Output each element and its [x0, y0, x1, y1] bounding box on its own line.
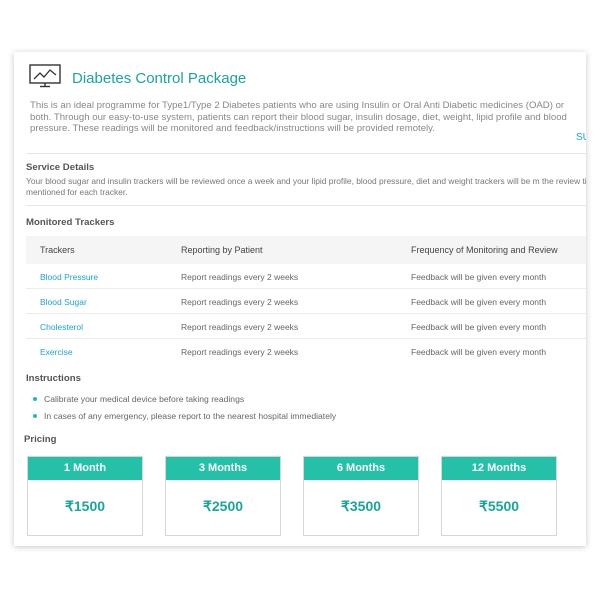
instruction-text: Calibrate your medical device before tak… [44, 394, 245, 404]
divider [26, 205, 586, 206]
plan-price: ₹5500 [478, 498, 520, 514]
price-plan-3-months[interactable]: 3 Months ₹2500 [165, 456, 281, 536]
table-row: Blood Sugar Report readings every 2 week… [26, 289, 586, 314]
monitor-chart-icon [29, 64, 61, 88]
price-plan-6-months[interactable]: 6 Months ₹3500 [303, 456, 419, 536]
table-cell-frequency: Feedback will be given every month [411, 297, 547, 307]
table-row: Blood Pressure Report readings every 2 w… [26, 264, 586, 289]
package-description: This is an ideal programme for Type1/Typ… [30, 100, 567, 134]
tracker-link-cholesterol[interactable]: Cholesterol [40, 322, 83, 332]
tracker-link-exercise[interactable]: Exercise [40, 347, 73, 357]
plan-duration: 1 Month [28, 457, 142, 480]
instruction-text: In cases of any emergency, please report… [44, 411, 337, 421]
plan-duration: 6 Months [304, 457, 418, 480]
table-cell-reporting: Report readings every 2 weeks [181, 322, 299, 332]
instructions-heading: Instructions [26, 373, 81, 384]
tracker-link-blood-pressure[interactable]: Blood Pressure [40, 272, 98, 282]
service-details-heading: Service Details [26, 162, 95, 173]
trackers-table: Trackers Reporting by Patient Frequency … [26, 236, 586, 363]
divider [26, 153, 586, 154]
column-header-reporting: Reporting by Patient [181, 245, 263, 255]
table-cell-frequency: Feedback will be given every month [411, 322, 547, 332]
service-details-text: Your blood sugar and insulin trackers wi… [26, 176, 586, 197]
plan-duration: 3 Months [166, 457, 280, 480]
list-item: In cases of any emergency, please report… [32, 410, 336, 427]
instructions-list: Calibrate your medical device before tak… [32, 393, 336, 427]
table-row: Cholesterol Report readings every 2 week… [26, 314, 586, 339]
table-cell-frequency: Feedback will be given every month [411, 272, 547, 282]
price-plan-12-months[interactable]: 12 Months ₹5500 [441, 456, 557, 536]
table-header: Trackers Reporting by Patient Frequency … [26, 236, 586, 264]
table-cell-reporting: Report readings every 2 weeks [181, 272, 299, 282]
monitored-trackers-heading: Monitored Trackers [26, 217, 115, 228]
column-header-trackers: Trackers [40, 245, 75, 255]
table-row: Exercise Report readings every 2 weeks F… [26, 339, 586, 363]
plan-price: ₹1500 [64, 498, 106, 514]
column-header-frequency: Frequency of Monitoring and Review [411, 245, 558, 255]
subscribe-link[interactable]: SU [576, 132, 586, 143]
bullet-icon [33, 414, 37, 418]
package-card: Diabetes Control Package This is an idea… [14, 52, 586, 546]
table-cell-reporting: Report readings every 2 weeks [181, 297, 299, 307]
plan-price: ₹3500 [340, 498, 382, 514]
package-title: Diabetes Control Package [72, 70, 247, 87]
package-header: Diabetes Control Package [14, 52, 586, 92]
bullet-icon [33, 397, 37, 401]
table-cell-reporting: Report readings every 2 weeks [181, 347, 299, 357]
price-plan-1-month[interactable]: 1 Month ₹1500 [27, 456, 143, 536]
tracker-link-blood-sugar[interactable]: Blood Sugar [40, 297, 87, 307]
plan-duration: 12 Months [442, 457, 556, 480]
plan-price: ₹2500 [202, 498, 244, 514]
list-item: Calibrate your medical device before tak… [32, 393, 336, 410]
pricing-heading: Pricing [24, 434, 57, 445]
table-cell-frequency: Feedback will be given every month [411, 347, 547, 357]
